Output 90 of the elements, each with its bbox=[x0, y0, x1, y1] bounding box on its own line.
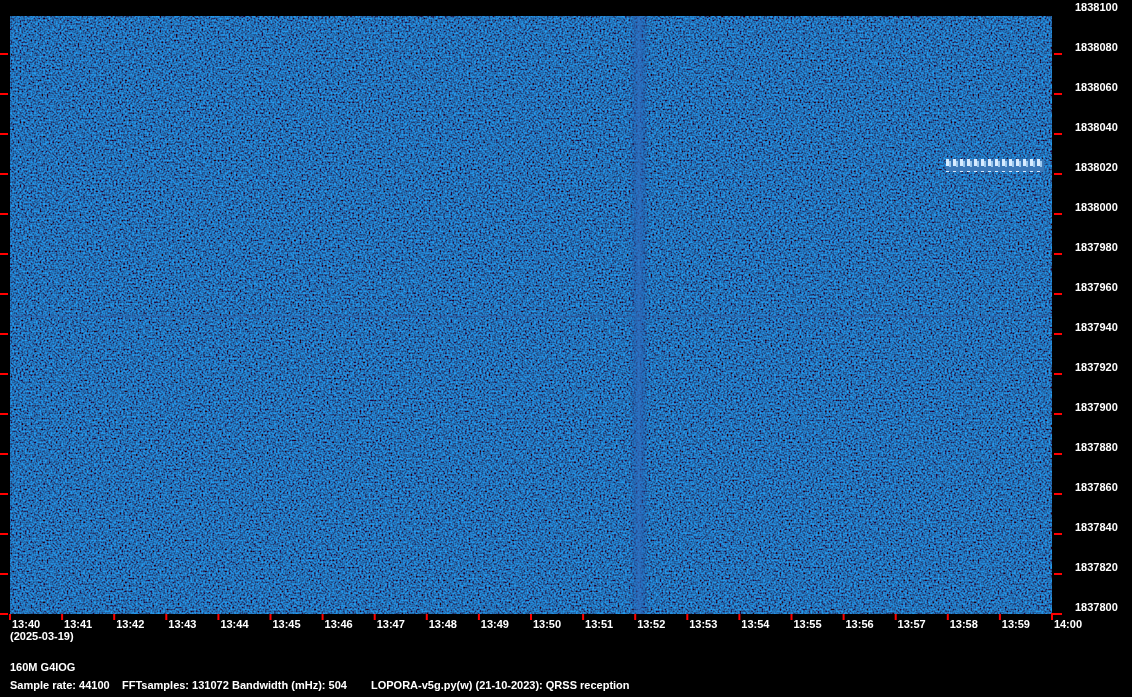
tick-mark bbox=[738, 614, 741, 620]
time-label: 13:40 bbox=[12, 618, 41, 630]
tick-mark bbox=[1054, 53, 1062, 55]
tick-mark bbox=[269, 614, 272, 620]
time-label: 13:41 bbox=[64, 618, 93, 630]
tick-mark bbox=[894, 614, 897, 620]
tick-mark bbox=[0, 93, 8, 95]
frequency-label: 1837820 bbox=[1075, 560, 1118, 574]
tick-mark bbox=[634, 614, 637, 620]
time-label: 13:54 bbox=[741, 618, 770, 630]
time-label: 13:53 bbox=[689, 618, 718, 630]
tick-mark bbox=[1054, 413, 1062, 415]
frequency-label: 1838080 bbox=[1075, 40, 1118, 54]
tick-mark bbox=[165, 614, 168, 620]
station-label: 160M G4IOG bbox=[9, 661, 77, 674]
frequency-label: 1837800 bbox=[1075, 600, 1118, 614]
tick-mark bbox=[477, 614, 480, 620]
time-label: 13:52 bbox=[637, 618, 666, 630]
tick-mark bbox=[0, 573, 8, 575]
time-label: 13:47 bbox=[376, 618, 405, 630]
frequency-label: 1838040 bbox=[1075, 120, 1118, 134]
time-label: 13:55 bbox=[793, 618, 822, 630]
frequency-label: 1837860 bbox=[1075, 480, 1118, 494]
time-label: 13:42 bbox=[116, 618, 145, 630]
tick-mark bbox=[0, 253, 8, 255]
info-text: Sample rate: 44100 bbox=[10, 679, 111, 692]
tick-mark bbox=[217, 614, 220, 620]
tick-mark bbox=[946, 614, 949, 620]
tick-mark bbox=[790, 614, 793, 620]
tick-mark bbox=[425, 614, 428, 620]
time-label: 13:56 bbox=[845, 618, 874, 630]
info-text: LOPORA-v5g.py(w) (21-10-2023): QRSS reception bbox=[371, 679, 631, 692]
frequency-label: 1838100 bbox=[1075, 0, 1118, 14]
tick-mark bbox=[1054, 173, 1062, 175]
time-label: 13:43 bbox=[168, 618, 197, 630]
tick-mark bbox=[0, 53, 8, 55]
tick-mark bbox=[0, 133, 8, 135]
time-label: 13:48 bbox=[428, 618, 457, 630]
time-label: 13:46 bbox=[324, 618, 353, 630]
time-label: 13:58 bbox=[949, 618, 978, 630]
tick-mark bbox=[1054, 253, 1062, 255]
tick-mark bbox=[1054, 93, 1062, 95]
tick-mark bbox=[0, 493, 8, 495]
tick-mark bbox=[582, 614, 585, 620]
tick-mark bbox=[113, 614, 116, 620]
tick-mark bbox=[1054, 453, 1062, 455]
time-label: 13:59 bbox=[1001, 618, 1030, 630]
info-text: FFTsamples: 131072 bbox=[122, 679, 230, 692]
frequency-label: 1837920 bbox=[1075, 360, 1118, 374]
tick-mark bbox=[686, 614, 689, 620]
frequency-label: 1838000 bbox=[1075, 200, 1118, 214]
frequency-label: 1837960 bbox=[1075, 280, 1118, 294]
tick-mark bbox=[321, 614, 324, 620]
date-label: (2025-03-19) bbox=[9, 630, 75, 643]
tick-mark bbox=[0, 173, 8, 175]
time-label: 13:45 bbox=[272, 618, 301, 630]
time-label: 13:50 bbox=[532, 618, 562, 630]
time-label: 13:57 bbox=[897, 618, 926, 630]
time-label: 13:49 bbox=[480, 618, 509, 630]
frequency-label: 1838020 bbox=[1075, 160, 1118, 174]
tick-mark bbox=[0, 333, 8, 335]
tick-mark bbox=[0, 213, 8, 215]
tick-mark bbox=[0, 453, 8, 455]
frequency-label: 1837840 bbox=[1075, 520, 1118, 534]
frequency-label: 1837880 bbox=[1075, 440, 1118, 454]
tick-mark bbox=[0, 413, 8, 415]
tick-mark bbox=[61, 614, 64, 620]
time-label: 14:00 bbox=[1053, 618, 1082, 630]
tick-mark bbox=[1054, 533, 1062, 535]
tick-mark bbox=[0, 373, 8, 375]
frequency-label: 1837900 bbox=[1075, 400, 1118, 414]
tick-mark bbox=[0, 293, 8, 295]
tick-mark bbox=[1054, 293, 1062, 295]
tick-mark bbox=[998, 614, 1001, 620]
tick-mark bbox=[1054, 333, 1062, 335]
frequency-label: 1837980 bbox=[1075, 240, 1118, 254]
frequency-label: 1838060 bbox=[1075, 80, 1118, 94]
frequency-label: 1837940 bbox=[1075, 320, 1118, 334]
tick-mark bbox=[842, 614, 845, 620]
tick-mark bbox=[1054, 573, 1062, 575]
time-label: 13:44 bbox=[220, 618, 249, 630]
tick-mark bbox=[530, 614, 532, 620]
tick-mark bbox=[0, 533, 8, 535]
tick-mark bbox=[373, 614, 376, 620]
tick-mark bbox=[1054, 373, 1062, 375]
info-text: Bandwidth (mHz): 504 bbox=[232, 679, 348, 692]
tick-mark bbox=[1054, 493, 1062, 495]
tick-mark bbox=[1054, 133, 1062, 135]
time-label: 13:51 bbox=[585, 618, 614, 630]
tick-mark bbox=[1054, 213, 1062, 215]
